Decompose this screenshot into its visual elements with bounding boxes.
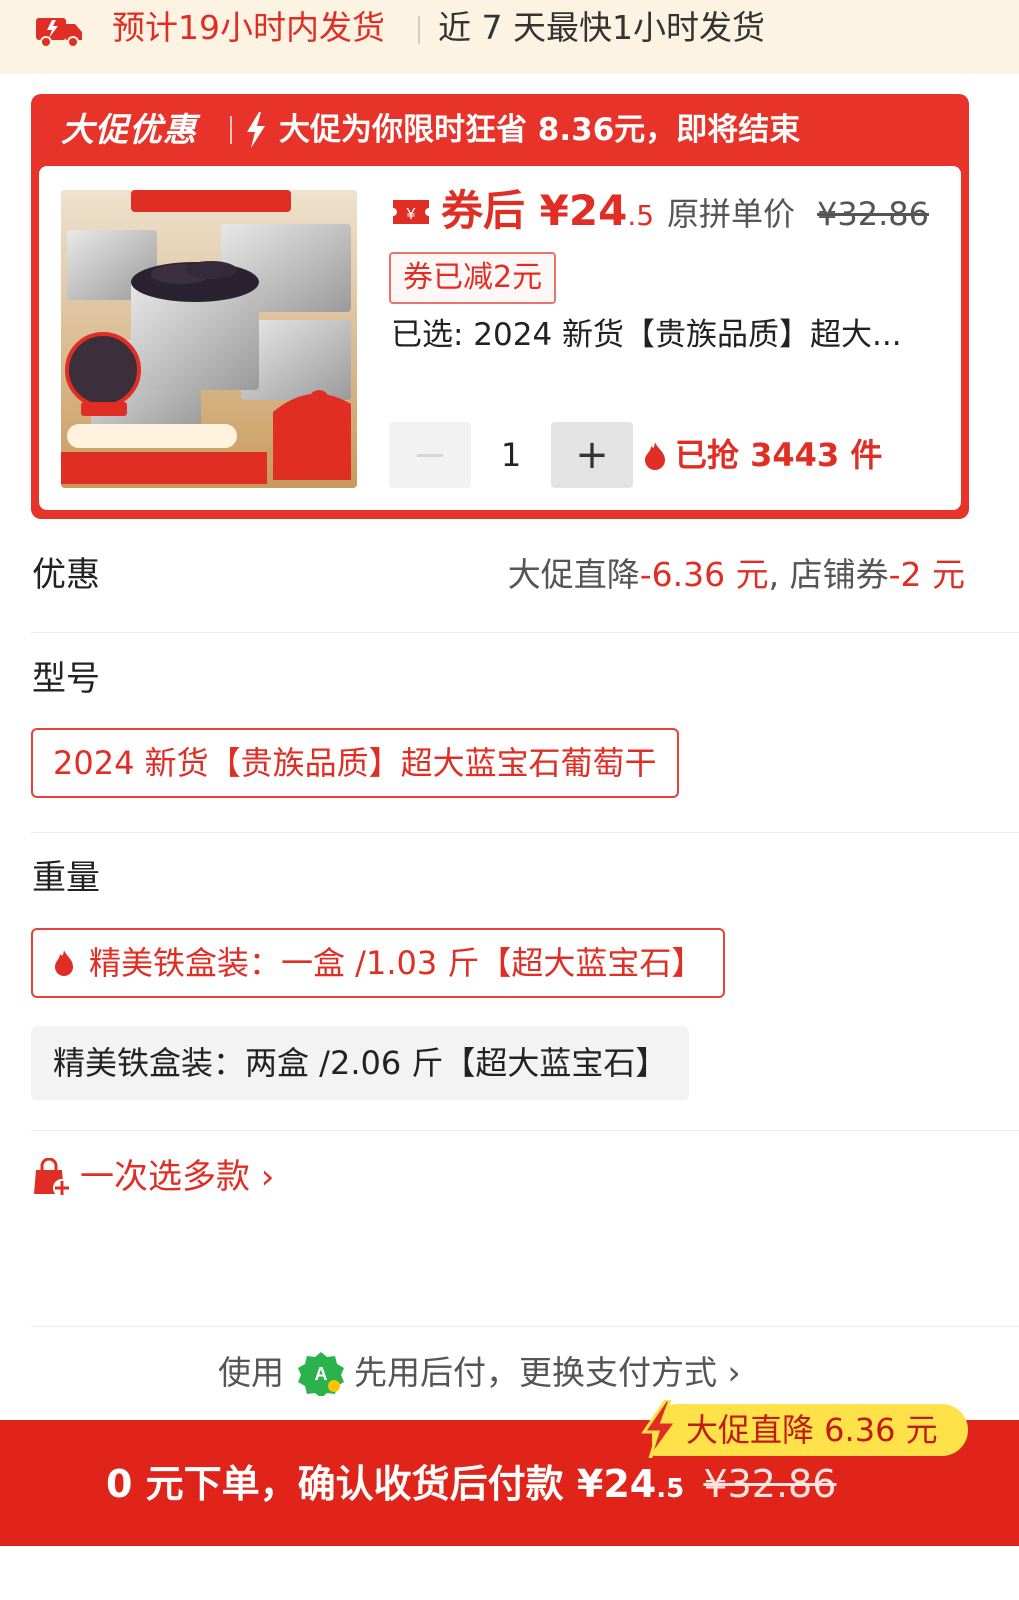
- weight-option-label: 精美铁盒装：一盒 /1.03 斤【超大蓝宝石】: [89, 944, 704, 982]
- coupon-applied-tag: 券已减2元: [389, 252, 557, 304]
- promo-discount-badge: 大促直降 6.36 元: [652, 1404, 968, 1456]
- quantity-value[interactable]: 1: [471, 422, 551, 488]
- svg-text:¥: ¥: [406, 206, 416, 223]
- divider: [418, 16, 420, 44]
- shipping-banner: 预计19小时内发货 近 7 天最快1小时发货: [0, 0, 1019, 74]
- divider: [31, 832, 1019, 833]
- cta-original-price: ¥32.86: [703, 1462, 837, 1506]
- payment-method-link[interactable]: 先用后付，更换支付方式 ›: [354, 1348, 741, 1398]
- coupon-icon: ¥: [393, 200, 429, 224]
- divider: [230, 116, 232, 144]
- minus-icon: [417, 453, 443, 457]
- shipping-fastest: 近 7 天最快1小时发货: [438, 8, 765, 47]
- promo-card: 大促优惠 大促为你限时狂省 8.36元，即将结束 ¥ 券后 ¥24.5 原拼单价…: [31, 94, 969, 519]
- product-image[interactable]: [61, 190, 357, 488]
- price-label: 券后: [441, 186, 526, 235]
- quantity-increase-button[interactable]: +: [551, 422, 633, 488]
- promo-headline: 大促为你限时狂省 8.36元，即将结束: [279, 112, 801, 148]
- promo-discount-text: 大促直降 6.36 元: [686, 1411, 938, 1449]
- discount-middle: , 店铺券: [768, 555, 889, 594]
- fire-icon: [645, 442, 665, 470]
- promo-badge: 大促优惠: [61, 110, 197, 149]
- delivery-truck-icon: [36, 18, 82, 48]
- quantity-decrease-button[interactable]: [389, 422, 471, 488]
- lightning-icon: [247, 112, 265, 148]
- selected-variant: 已选: 2024 新货【贵族品质】超大...: [391, 317, 902, 353]
- cta-price-decimal: .5: [656, 1474, 685, 1504]
- divider: [31, 1326, 1019, 1327]
- weight-option-selected[interactable]: 精美铁盒装：一盒 /1.03 斤【超大蓝宝石】: [31, 928, 726, 998]
- original-price-label: 原拼单价: [667, 195, 796, 233]
- svg-text:A: A: [315, 1364, 328, 1384]
- multi-select-link[interactable]: 一次选多款 ›: [80, 1154, 274, 1200]
- divider: [31, 1130, 1019, 1131]
- shopping-bag-add-icon[interactable]: [30, 1158, 72, 1198]
- product-image-art: [61, 190, 357, 488]
- pay-later-badge-icon: A: [298, 1352, 344, 1396]
- price-main: ¥24: [539, 186, 628, 235]
- weight-option[interactable]: 精美铁盒装：两盒 /2.06 斤【超大蓝宝石】: [31, 1026, 690, 1100]
- divider: [31, 632, 1019, 633]
- discount-detail[interactable]: 大促直降-6.36 元, 店铺券-2 元: [508, 552, 965, 598]
- weight-label: 重量: [32, 858, 100, 898]
- lightning-icon: [641, 1400, 679, 1458]
- place-order-button[interactable]: 大促直降 6.36 元 0 元下单，确认收货后付款 ¥24.5 ¥32.86: [0, 1400, 1019, 1546]
- discount-label: 优惠: [32, 555, 100, 595]
- sold-count: 已抢 3443 件: [675, 436, 883, 474]
- payment-prefix: 使用: [218, 1353, 284, 1392]
- cta-text: 0 元下单，确认收货后付款: [106, 1462, 564, 1506]
- place-order-label: 0 元下单，确认收货后付款 ¥24.5 ¥32.86: [106, 1458, 836, 1515]
- discount-prefix: 大促直降: [507, 555, 640, 594]
- fire-icon: [55, 950, 73, 976]
- price-decimal: .5: [627, 199, 655, 232]
- discount-amount-promo: -6.36 元: [639, 555, 769, 594]
- discount-amount-coupon: -2 元: [888, 555, 965, 594]
- model-label: 型号: [32, 659, 100, 699]
- original-price: ¥32.86: [817, 195, 929, 233]
- shipping-estimate: 预计19小时内发货: [112, 8, 385, 47]
- promo-product-panel: ¥ 券后 ¥24.5 原拼单价 ¥32.86 券已减2元 已选: 2024 新货…: [39, 166, 961, 510]
- model-option-selected[interactable]: 2024 新货【贵族品质】超大蓝宝石葡萄干: [31, 728, 679, 798]
- price-after-coupon: 券后 ¥24.5: [441, 184, 654, 243]
- cta-price: ¥24: [576, 1462, 657, 1506]
